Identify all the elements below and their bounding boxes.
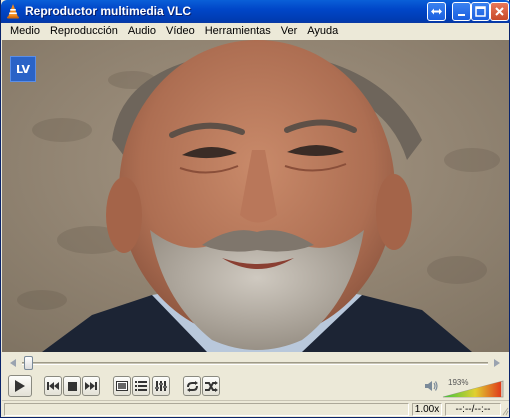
menu-bar: Medio Reproducción Audio Vídeo Herramien… (2, 23, 509, 40)
playback-rate[interactable]: 1.00x (412, 403, 442, 416)
next-icon (85, 382, 97, 390)
channel-logo: LV (10, 56, 36, 82)
playlist-button[interactable] (132, 376, 150, 396)
menu-video[interactable]: Vídeo (161, 23, 200, 40)
video-display[interactable]: LV (2, 40, 509, 352)
seek-track[interactable] (22, 362, 488, 365)
shuffle-icon (204, 380, 218, 392)
close-icon (495, 7, 504, 16)
aspect-icon (431, 8, 442, 15)
seek-handle[interactable] (24, 356, 33, 370)
status-message-panel (4, 403, 409, 416)
menu-herramientas[interactable]: Herramientas (200, 23, 276, 40)
status-bar: 1.00x --:--/--:-- (2, 400, 509, 417)
vlc-cone-icon (7, 4, 19, 19)
fullscreen-button[interactable] (113, 376, 131, 396)
previous-button[interactable] (44, 376, 62, 396)
vlc-window: Reproductor multimedia VLC Medio Reprodu (0, 0, 510, 418)
time-display[interactable]: --:--/--:-- (445, 403, 501, 416)
window-title: Reproductor multimedia VLC (25, 4, 192, 18)
play-icon (15, 380, 25, 392)
stop-button[interactable] (63, 376, 81, 396)
menu-audio[interactable]: Audio (123, 23, 161, 40)
close-button[interactable] (490, 2, 509, 21)
video-frame (2, 40, 509, 352)
extended-settings-icon (155, 381, 167, 391)
title-bar[interactable]: Reproductor multimedia VLC (1, 0, 510, 23)
control-panel: 193% (2, 352, 509, 400)
next-button[interactable] (82, 376, 100, 396)
aspect-button[interactable] (427, 2, 446, 21)
stop-icon (67, 381, 77, 391)
play-button[interactable] (8, 375, 32, 397)
extended-settings-button[interactable] (152, 376, 170, 396)
seek-bar[interactable] (2, 356, 509, 370)
maximize-button[interactable] (471, 2, 490, 21)
fullscreen-icon (116, 381, 128, 391)
menu-ayuda[interactable]: Ayuda (302, 23, 343, 40)
menu-medio[interactable]: Medio (5, 23, 45, 40)
minimize-icon (457, 13, 465, 16)
menu-ver[interactable]: Ver (276, 23, 303, 40)
maximize-icon (475, 6, 486, 17)
seek-forward-arrow-icon[interactable] (492, 358, 502, 368)
volume-slider[interactable] (442, 380, 504, 398)
shuffle-button[interactable] (202, 376, 220, 396)
menu-reproduccion[interactable]: Reproducción (45, 23, 123, 40)
seek-back-arrow-icon[interactable] (8, 358, 18, 368)
playlist-icon (135, 381, 147, 391)
previous-icon (47, 382, 59, 390)
resize-grip-icon[interactable] (500, 405, 509, 416)
speaker-icon[interactable] (424, 379, 438, 393)
loop-button[interactable] (183, 376, 201, 396)
loop-icon (186, 380, 198, 392)
minimize-button[interactable] (452, 2, 471, 21)
